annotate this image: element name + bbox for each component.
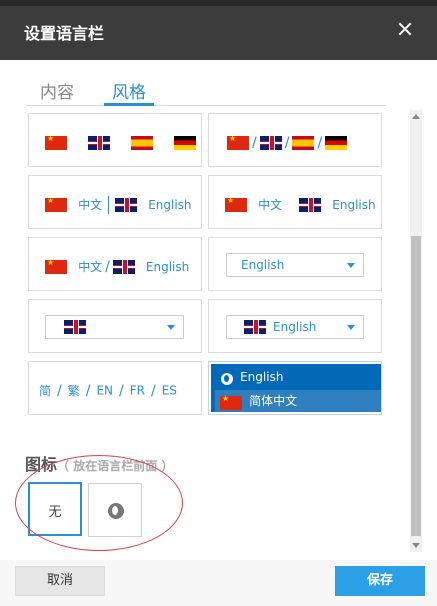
- uk-flag-icon: [64, 320, 86, 334]
- caret-down-icon: [347, 325, 355, 330]
- tab-content[interactable]: 内容: [40, 78, 74, 106]
- china-flag-icon: [220, 394, 242, 410]
- globe-icon: [221, 373, 233, 385]
- china-flag-icon: [225, 196, 247, 212]
- cancel-button[interactable]: 取消: [15, 566, 105, 596]
- close-icon[interactable]: [393, 18, 417, 42]
- language-dropdown[interactable]: English: [226, 253, 364, 277]
- china-flag-icon: [45, 196, 67, 212]
- style-option-flags[interactable]: [28, 113, 202, 167]
- china-flag-icon: [45, 258, 67, 274]
- language-dropdown[interactable]: English: [226, 315, 364, 339]
- style-option-dropdown-text[interactable]: English: [208, 237, 382, 291]
- style-option-flags-slashed[interactable]: ///: [208, 113, 382, 167]
- save-button[interactable]: 保存: [335, 566, 425, 596]
- list-item-english: English: [215, 366, 385, 388]
- style-option-flag-text[interactable]: 中文 English: [208, 175, 382, 229]
- style-option-text-codes[interactable]: 简 / 繁 / EN / FR / ES: [28, 361, 202, 415]
- style-option-flag-text-slash[interactable]: 中文/ English: [28, 237, 202, 291]
- language-dropdown[interactable]: [45, 315, 184, 339]
- top-strip: [0, 0, 437, 6]
- uk-flag-icon: [244, 320, 266, 334]
- highlight-ellipse: [15, 455, 183, 551]
- uk-flag-icon: [115, 197, 138, 212]
- spain-flag-icon: [292, 135, 315, 150]
- scroll-up-icon[interactable]: [412, 114, 420, 119]
- tab-bar: 内容 风格: [26, 78, 386, 106]
- style-option-dropdown-flag[interactable]: [28, 299, 202, 353]
- dialog-footer: 取消 保存: [0, 560, 437, 606]
- list-item-chinese: 简体中文: [215, 390, 381, 412]
- style-option-list[interactable]: English 简体中文: [208, 361, 382, 415]
- uk-flag-icon: [259, 135, 282, 150]
- china-flag-icon: [227, 134, 249, 150]
- scrollbar-thumb[interactable]: [411, 236, 421, 536]
- dialog-header: 设置语言栏: [0, 0, 437, 60]
- caret-down-icon: [347, 263, 355, 268]
- caret-down-icon: [167, 325, 175, 330]
- dialog-title: 设置语言栏: [24, 24, 105, 43]
- germany-flag-icon: [174, 135, 197, 150]
- spain-flag-icon: [131, 135, 154, 150]
- scroll-down-icon[interactable]: [412, 543, 420, 548]
- germany-flag-icon: [325, 135, 348, 150]
- language-bar-dialog: 设置语言栏 内容 风格 /// 中文 English 中文: [0, 0, 437, 606]
- uk-flag-icon: [112, 259, 135, 274]
- style-option-dropdown-flag-text[interactable]: English: [208, 299, 382, 353]
- style-option-flag-text-separator[interactable]: 中文 English: [28, 175, 202, 229]
- tab-style[interactable]: 风格: [104, 78, 154, 106]
- china-flag-icon: [45, 134, 67, 150]
- language-list-preview: English 简体中文: [211, 364, 381, 412]
- uk-flag-icon: [299, 197, 322, 212]
- uk-flag-icon: [88, 135, 111, 150]
- scrollbar[interactable]: [410, 110, 422, 552]
